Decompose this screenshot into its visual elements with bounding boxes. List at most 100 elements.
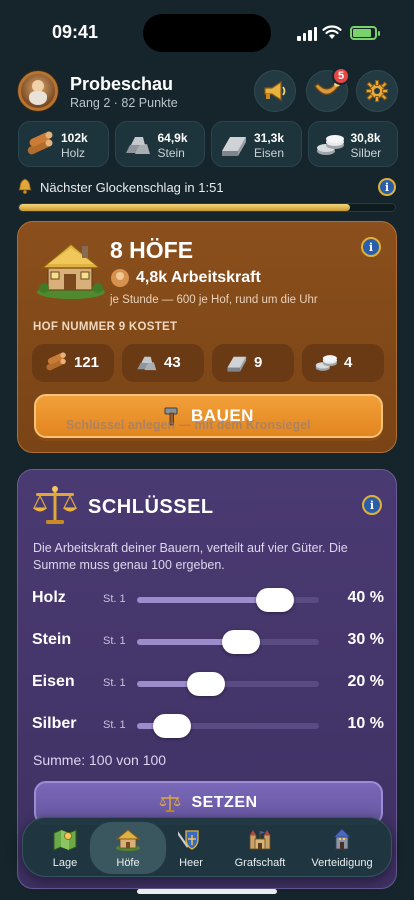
slider-row-eisen: Eisen St. 1 20 % <box>32 669 384 699</box>
player-rank: Rang 2 · 82 Punkte <box>70 96 178 110</box>
slider-knob[interactable] <box>221 630 260 654</box>
army-shield-icon <box>178 830 199 850</box>
battery-icon <box>350 26 380 40</box>
slider-label: Holz <box>32 589 66 606</box>
cost-label: HOF NUMMER 9 KOSTET <box>33 321 178 333</box>
slider-track[interactable] <box>137 672 319 696</box>
megaphone-icon <box>264 80 286 102</box>
slider-percent: 20 % <box>347 673 384 690</box>
resource-label: Holz <box>61 146 86 160</box>
slider-level: St. 1 <box>103 677 126 689</box>
bell-timer: Nächster Glockenschlag in 1:51 i <box>18 178 398 198</box>
bell-progress-bar <box>18 203 396 212</box>
slider-knob[interactable] <box>256 588 295 612</box>
resource-silver[interactable]: 30,8k Silber <box>307 121 398 167</box>
gear-icon <box>366 80 388 102</box>
tab-label: Grafschaft <box>234 857 286 869</box>
resource-value: 102k <box>61 131 88 145</box>
slider-knob[interactable] <box>152 714 191 738</box>
tab-grafschaft[interactable]: Grafschaft <box>219 822 301 874</box>
cost-silver: 4 <box>302 344 384 382</box>
header: Probeschau Rang 2 · 82 Punkte 5 <box>18 67 398 112</box>
slider-level: St. 1 <box>103 719 126 731</box>
iron-icon <box>227 356 247 372</box>
resource-value: 64,9k <box>157 131 188 145</box>
cost-list: 121 43 9 4 <box>32 344 384 382</box>
iron-icon <box>222 137 246 156</box>
cost-value: 4 <box>344 354 353 371</box>
resource-label: Stein <box>157 146 185 160</box>
slider-track[interactable] <box>137 630 319 654</box>
wood-icon <box>46 352 66 371</box>
slider-label: Silber <box>32 715 77 732</box>
stone-icon <box>137 356 157 371</box>
slider-track[interactable] <box>137 714 319 738</box>
slider-level: St. 1 <box>103 635 126 647</box>
worker-icon <box>111 269 129 287</box>
home-indicator <box>137 889 277 894</box>
resource-wood[interactable]: 102k Holz <box>18 121 109 167</box>
wifi-icon <box>322 25 342 39</box>
cost-value: 43 <box>164 354 181 371</box>
slider-label: Eisen <box>32 673 75 690</box>
key-description: Die Arbeitskraft deiner Bauern, verteilt… <box>33 541 348 572</box>
announcements-button[interactable] <box>254 70 296 112</box>
silver-icon <box>315 355 337 371</box>
slider-track[interactable] <box>137 588 319 612</box>
slider-percent: 10 % <box>347 715 384 732</box>
tab-heer[interactable]: Heer <box>155 822 227 874</box>
castle-icon <box>249 830 271 850</box>
slider-level: St. 1 <box>103 593 126 605</box>
resource-iron[interactable]: 31,3k Eisen <box>211 121 302 167</box>
sum-text: Summe: 100 von 100 <box>33 752 167 768</box>
bell-progress-fill <box>19 204 350 211</box>
cost-stone: 43 <box>122 344 204 382</box>
resource-stone[interactable]: 64,9k Stein <box>114 121 205 167</box>
slider-percent: 30 % <box>347 631 384 648</box>
resource-label: Silber <box>350 146 382 160</box>
info-icon[interactable]: i <box>378 178 396 196</box>
slider-row-holz: Holz St. 1 40 % <box>32 585 384 615</box>
info-icon[interactable]: i <box>361 237 381 257</box>
tab-label: Heer <box>179 857 203 869</box>
player-name: Probeschau <box>70 74 174 94</box>
info-icon[interactable]: i <box>362 495 382 515</box>
resource-bar: 102k Holz 64,9k Stein 31,3k Eisen 30,8k … <box>18 121 398 167</box>
notification-badge: 5 <box>332 67 350 85</box>
silver-icon <box>316 135 344 155</box>
scales-icon <box>33 486 77 524</box>
settings-button[interactable] <box>356 70 398 112</box>
cellular-signal-icon <box>297 27 317 41</box>
cost-iron: 9 <box>212 344 294 382</box>
horn-button[interactable]: 5 <box>306 67 350 112</box>
slider-fill <box>137 597 276 603</box>
cost-value: 121 <box>74 354 100 371</box>
status-bar: 09:41 <box>0 0 414 60</box>
cost-wood: 121 <box>32 344 114 382</box>
tab-verteidigung[interactable]: Verteidigung <box>295 822 389 874</box>
farms-title: 8 HÖFE <box>110 237 194 263</box>
dynamic-island <box>143 14 271 52</box>
resource-value: 30,8k <box>350 131 381 145</box>
tab-label: Verteidigung <box>311 857 373 869</box>
farms-workforce: 4,8k Arbeitskraft <box>136 269 261 286</box>
bell-icon <box>18 178 32 194</box>
tab-bar: Lage Höfe Heer Grafschaft Verteidigung <box>22 817 392 877</box>
bell-timer-text: Nächster Glockenschlag in 1:51 <box>40 180 224 195</box>
slider-row-silber: Silber St. 1 10 % <box>32 711 384 741</box>
cost-value: 9 <box>254 354 263 371</box>
set-button-label: SETZEN <box>191 794 258 811</box>
slider-percent: 40 % <box>347 589 384 606</box>
scales-icon <box>159 794 181 813</box>
avatar[interactable] <box>18 71 58 111</box>
hint-text: Schlüssel anlegen — mit dem Kronsiegel <box>66 418 311 432</box>
slider-knob[interactable] <box>187 672 226 696</box>
key-title: SCHLÜSSEL <box>88 496 214 518</box>
map-icon <box>53 829 77 851</box>
resource-label: Eisen <box>254 146 285 160</box>
slider-label: Stein <box>32 631 72 648</box>
stone-icon <box>125 137 150 154</box>
resource-value: 31,3k <box>254 131 285 145</box>
wood-icon <box>27 131 53 155</box>
farms-subtitle: je Stunde — 600 je Hof, rund um die Uhr <box>110 294 318 306</box>
